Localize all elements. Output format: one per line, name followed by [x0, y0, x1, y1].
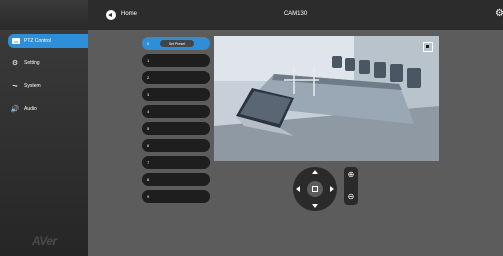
- preset-number: 3: [147, 92, 150, 97]
- preset-number: 2: [147, 75, 150, 80]
- preset-item[interactable]: 8: [142, 173, 210, 186]
- preset-list: 0 Set Preset 1 2 3 4 5 6 7 8 9: [142, 37, 210, 207]
- conference-room-image: [214, 36, 439, 161]
- preset-item[interactable]: 4: [142, 105, 210, 118]
- preset-item[interactable]: 9: [142, 190, 210, 203]
- tilt-up-button[interactable]: [312, 170, 318, 174]
- preset-number: 0: [147, 41, 150, 46]
- top-bar: Home CAM130 ⚙: [0, 0, 503, 30]
- preset-number: 8: [147, 177, 150, 182]
- preset-number: 7: [147, 160, 150, 165]
- preset-number: 4: [147, 109, 150, 114]
- gear-icon: ⚙: [11, 59, 19, 67]
- ptz-direction-pad: [293, 167, 337, 211]
- sidebar-item-system[interactable]: ⏦ System: [10, 80, 88, 92]
- pan-right-button[interactable]: [330, 186, 334, 192]
- pan-left-button[interactable]: [296, 186, 300, 192]
- preset-item[interactable]: 7: [142, 156, 210, 169]
- preset-item[interactable]: 6: [142, 139, 210, 152]
- zoom-in-icon[interactable]: ⊕: [346, 170, 356, 180]
- sidebar-item-audio[interactable]: 🔊 Audio: [10, 103, 88, 115]
- sidebar: ▭ PTZ Control ⚙ Setting ⏦ System 🔊 Audio…: [0, 30, 88, 256]
- sidebar-item-label: Audio: [24, 106, 37, 112]
- preset-item[interactable]: 3: [142, 88, 210, 101]
- aver-logo: AVer: [32, 234, 57, 248]
- sidebar-item-setting[interactable]: ⚙ Setting: [10, 57, 88, 69]
- preset-number: 5: [147, 126, 150, 131]
- sidebar-item-ptz-control[interactable]: ▭ PTZ Control: [8, 34, 88, 48]
- sidebar-item-label: Setting: [24, 60, 40, 66]
- set-preset-button[interactable]: Set Preset: [160, 40, 194, 47]
- fullscreen-icon[interactable]: [423, 42, 433, 52]
- speaker-icon: 🔊: [10, 105, 20, 113]
- preset-number: 6: [147, 143, 150, 148]
- tilt-down-button[interactable]: [312, 204, 318, 208]
- settings-gear-icon[interactable]: ⚙: [495, 9, 503, 19]
- sidebar-item-label: System: [24, 83, 41, 89]
- home-position-icon: [312, 186, 318, 192]
- preset-item[interactable]: 0 Set Preset: [142, 37, 210, 50]
- home-position-button[interactable]: [307, 181, 323, 197]
- page-title: CAM130: [283, 11, 308, 17]
- preset-item[interactable]: 5: [142, 122, 210, 135]
- preset-number: 1: [147, 58, 150, 63]
- camera-preview[interactable]: [214, 36, 439, 161]
- zoom-out-icon[interactable]: ⊖: [346, 192, 356, 202]
- ptz-icon: ▭: [12, 38, 20, 44]
- preset-item[interactable]: 2: [142, 71, 210, 84]
- preset-number: 9: [147, 194, 150, 199]
- pulse-icon: ⏦: [12, 82, 18, 90]
- sidebar-item-label: PTZ Control: [24, 38, 51, 44]
- preset-item[interactable]: 1: [142, 54, 210, 67]
- zoom-control: ⊕ ⊖: [344, 167, 358, 205]
